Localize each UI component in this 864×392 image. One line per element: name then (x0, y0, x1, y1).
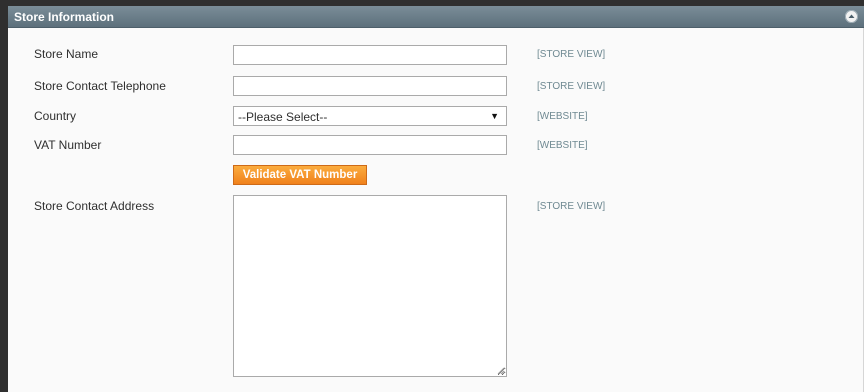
store-phone-label: Store Contact Telephone (34, 79, 166, 93)
store-address-scope: [STORE VIEW] (537, 201, 606, 212)
validate-vat-button[interactable]: Validate VAT Number (233, 165, 367, 185)
store-name-input[interactable] (233, 45, 507, 65)
section-header[interactable]: Store Information (8, 6, 864, 28)
dropdown-arrow-icon: ▼ (490, 111, 499, 121)
store-address-label: Store Contact Address (34, 199, 155, 213)
vat-number-scope: [WEBSITE] (537, 140, 588, 151)
store-name-label: Store Name (34, 47, 99, 61)
store-phone-input[interactable] (233, 76, 507, 96)
chevron-up-circle-icon[interactable] (845, 10, 858, 23)
store-name-scope: [STORE VIEW] (537, 49, 606, 60)
vat-number-input[interactable] (233, 135, 507, 155)
country-label: Country (34, 109, 77, 123)
resize-grip-icon[interactable] (496, 366, 505, 375)
section-title: Store Information (14, 10, 115, 24)
vat-number-label: VAT Number (34, 138, 102, 152)
store-phone-scope: [STORE VIEW] (537, 81, 606, 92)
store-address-textarea[interactable] (233, 195, 507, 377)
country-select[interactable]: --Please Select-- ▼ (233, 106, 507, 126)
country-scope: [WEBSITE] (537, 111, 588, 122)
country-select-value: --Please Select-- (238, 110, 328, 124)
section-content: Store Name [STORE VIEW] Store Contact Te… (8, 28, 864, 392)
